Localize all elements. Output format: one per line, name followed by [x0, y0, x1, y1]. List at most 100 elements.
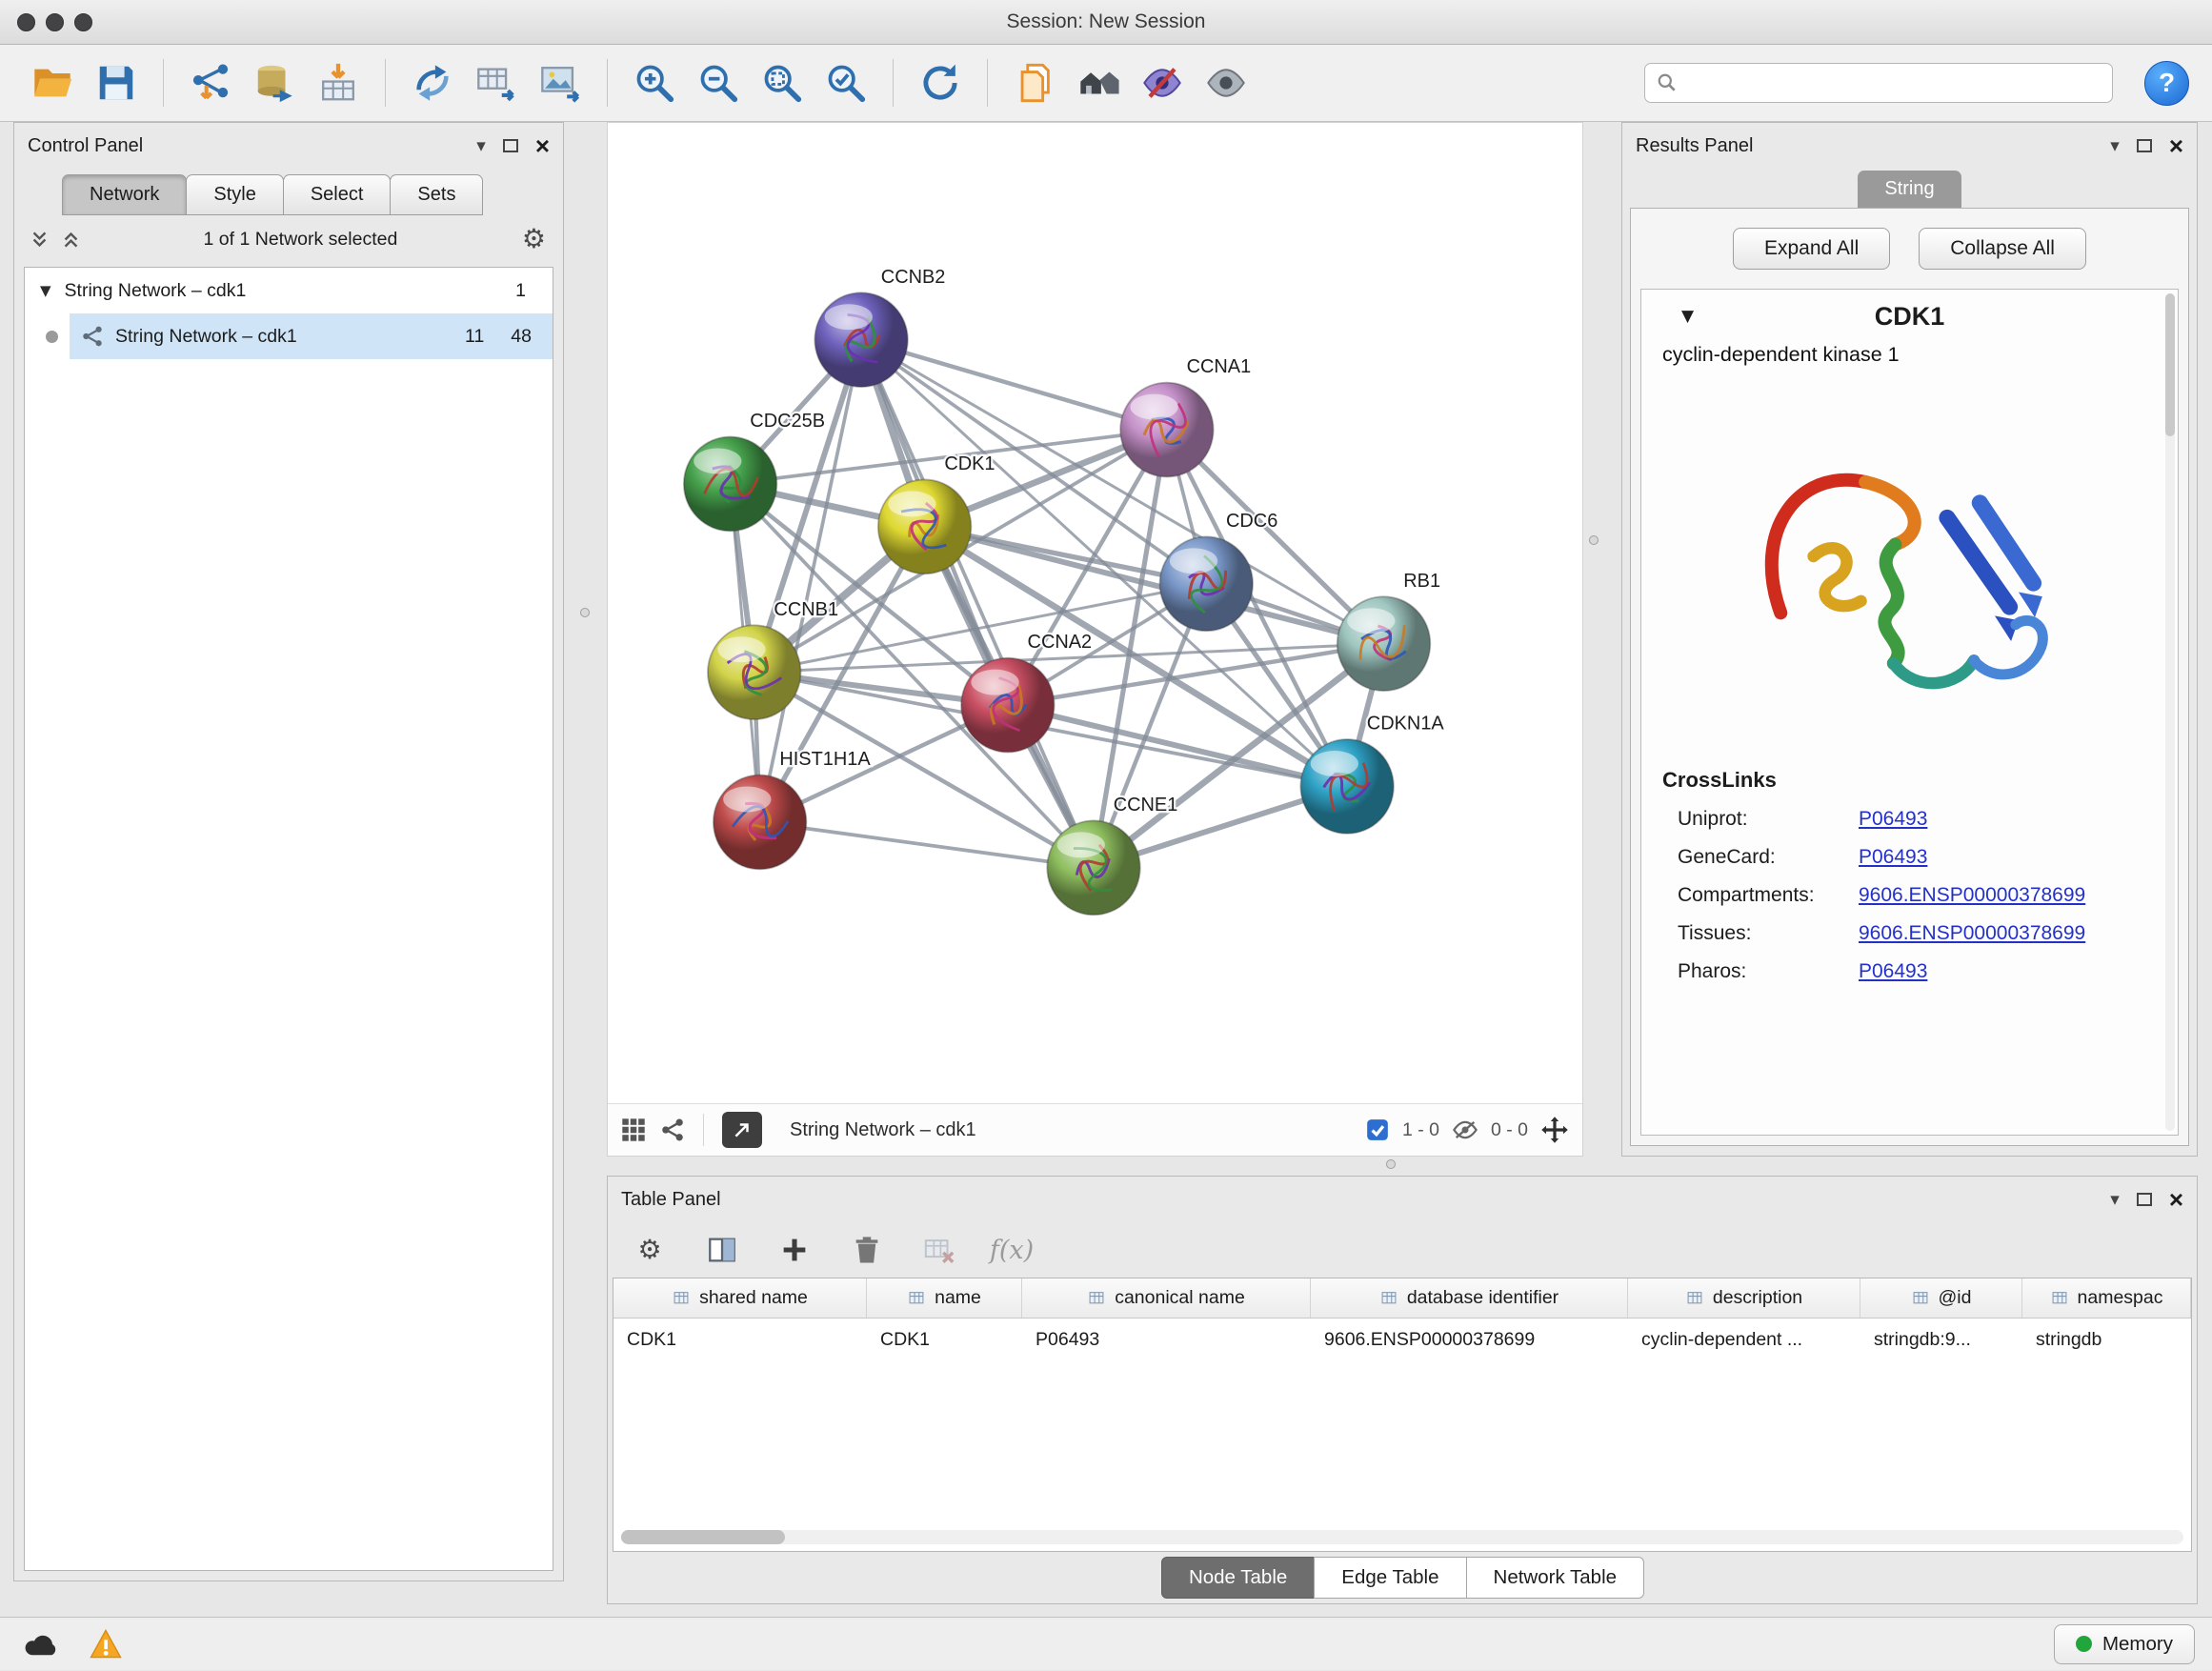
- duplicate-network-button[interactable]: [1005, 53, 1064, 112]
- panel-close-icon[interactable]: ×: [535, 133, 550, 158]
- control-panel-tab-select[interactable]: Select: [283, 174, 392, 215]
- hidden-eye-slash-icon[interactable]: [1452, 1119, 1478, 1140]
- control-panel-tab-sets[interactable]: Sets: [390, 174, 483, 215]
- expand-all-tree-icon[interactable]: [63, 231, 79, 249]
- selected-checkbox-icon[interactable]: [1365, 1117, 1390, 1142]
- delete-column-button[interactable]: [846, 1229, 888, 1271]
- table-cell[interactable]: P06493: [1022, 1329, 1311, 1351]
- save-session-button[interactable]: [87, 53, 146, 112]
- hide-selected-button[interactable]: [1133, 53, 1192, 112]
- detach-view-button[interactable]: [722, 1112, 762, 1148]
- network-node-ccna1[interactable]: CCNA1: [1120, 356, 1251, 476]
- import-table-file-button[interactable]: [309, 53, 368, 112]
- tab-string[interactable]: String: [1858, 171, 1961, 208]
- window-close-button[interactable]: [17, 13, 35, 31]
- zoom-out-button[interactable]: [689, 53, 748, 112]
- panel-close-icon[interactable]: ×: [2169, 133, 2183, 158]
- column-header-shared-name[interactable]: shared name: [613, 1278, 867, 1318]
- panel-close-icon[interactable]: ×: [2169, 1187, 2183, 1212]
- network-row[interactable]: String Network – cdk1 11 48: [25, 313, 553, 359]
- network-canvas[interactable]: CCNB2CCNA1CDC25BCDK1CDC6RB1CCNB1CCNA2CDK…: [608, 123, 1582, 1103]
- table-cell[interactable]: CDK1: [613, 1329, 867, 1351]
- network-row-selected[interactable]: String Network – cdk1 11 48: [70, 313, 553, 359]
- delete-table-button[interactable]: [918, 1229, 960, 1271]
- network-node-rb1[interactable]: RB1: [1337, 571, 1440, 691]
- table-cell[interactable]: CDK1: [867, 1329, 1022, 1351]
- panel-float-icon[interactable]: [2137, 139, 2152, 152]
- warnings-button[interactable]: [82, 1624, 130, 1664]
- panel-float-icon[interactable]: [2137, 1193, 2152, 1206]
- column-header-canonical-name[interactable]: canonical name: [1022, 1278, 1311, 1318]
- search-input[interactable]: [1686, 72, 2101, 93]
- import-network-file-button[interactable]: [181, 53, 240, 112]
- horizontal-scrollbar-thumb[interactable]: [621, 1530, 785, 1544]
- column-header--id[interactable]: @id: [1860, 1278, 2022, 1318]
- panel-resize-handle[interactable]: [1386, 1159, 1396, 1169]
- column-header-name[interactable]: name: [867, 1278, 1022, 1318]
- network-overview-icon[interactable]: [660, 1117, 685, 1142]
- table-row[interactable]: CDK1CDK1P064939606.ENSP00000378699cyclin…: [613, 1319, 2191, 1360]
- tree-expander-icon[interactable]: ▼: [40, 282, 51, 299]
- panel-resize-handle[interactable]: [1589, 535, 1599, 545]
- network-collection-row[interactable]: ▼ String Network – cdk1 1: [25, 268, 553, 313]
- panel-menu-icon[interactable]: ▾: [2110, 1189, 2120, 1210]
- select-first-neighbors-button[interactable]: [1069, 53, 1128, 112]
- window-zoom-button[interactable]: [74, 13, 92, 31]
- export-table-button[interactable]: [467, 53, 526, 112]
- results-scrollbar[interactable]: [2165, 293, 2175, 1131]
- memory-button[interactable]: Memory: [2054, 1624, 2195, 1664]
- table-cell[interactable]: cyclin-dependent ...: [1628, 1329, 1860, 1351]
- results-scrollbar-thumb[interactable]: [2165, 293, 2175, 436]
- control-panel-tab-style[interactable]: Style: [186, 174, 283, 215]
- crosslink-value-link[interactable]: 9606.ENSP00000378699: [1859, 922, 2085, 945]
- cloud-button[interactable]: [17, 1624, 65, 1664]
- new-network-button[interactable]: [403, 53, 462, 112]
- crosslink-value-link[interactable]: P06493: [1859, 808, 1927, 831]
- refresh-layout-button[interactable]: [911, 53, 970, 112]
- network-edge[interactable]: [861, 340, 1167, 430]
- column-header-database-identifier[interactable]: database identifier: [1311, 1278, 1628, 1318]
- fit-move-icon[interactable]: [1540, 1116, 1569, 1144]
- horizontal-scrollbar[interactable]: [621, 1530, 2183, 1544]
- help-button[interactable]: ?: [2144, 61, 2189, 106]
- table-cell[interactable]: stringdb:9...: [1860, 1329, 2022, 1351]
- panel-float-icon[interactable]: [503, 139, 518, 152]
- crosslink-value-link[interactable]: P06493: [1859, 846, 1927, 869]
- zoom-selected-button[interactable]: [816, 53, 875, 112]
- crosslink-value-link[interactable]: 9606.ENSP00000378699: [1859, 884, 2085, 907]
- function-builder-button[interactable]: f(x): [991, 1229, 1033, 1271]
- open-session-button[interactable]: [23, 53, 82, 112]
- window-minimize-button[interactable]: [46, 13, 64, 31]
- table-options-button[interactable]: ⚙: [629, 1229, 671, 1271]
- gear-icon[interactable]: ⚙: [522, 226, 546, 252]
- expand-all-button[interactable]: Expand All: [1733, 228, 1890, 270]
- table-tab-network-table[interactable]: Network Table: [1466, 1557, 1645, 1599]
- network-node-hist1h1a[interactable]: HIST1H1A: [714, 749, 871, 869]
- zoom-in-button[interactable]: [625, 53, 684, 112]
- gene-expander-icon[interactable]: ▼: [1681, 307, 1694, 326]
- collapse-all-button[interactable]: Collapse All: [1919, 228, 2086, 270]
- panel-menu-icon[interactable]: ▾: [2110, 135, 2120, 156]
- crosslink-value-link[interactable]: P06493: [1859, 960, 1927, 983]
- network-node-cdkn1a[interactable]: CDKN1A: [1300, 713, 1444, 833]
- thumbnail-view-icon[interactable]: [621, 1117, 646, 1142]
- import-network-database-button[interactable]: [245, 53, 304, 112]
- panel-menu-icon[interactable]: ▾: [476, 135, 486, 156]
- collapse-all-tree-icon[interactable]: [31, 231, 48, 249]
- table-tab-edge-table[interactable]: Edge Table: [1314, 1557, 1466, 1599]
- network-edge[interactable]: [760, 822, 1094, 868]
- export-image-button[interactable]: [531, 53, 590, 112]
- show-all-button[interactable]: [1196, 53, 1256, 112]
- table-cell[interactable]: stringdb: [2022, 1329, 2191, 1351]
- network-edge[interactable]: [861, 340, 1094, 868]
- control-panel-tab-network[interactable]: Network: [62, 174, 187, 215]
- table-cell[interactable]: 9606.ENSP00000378699: [1311, 1329, 1628, 1351]
- network-node-ccnb2[interactable]: CCNB2: [814, 267, 945, 387]
- panel-resize-handle[interactable]: [580, 608, 590, 617]
- show-columns-button[interactable]: [701, 1229, 743, 1271]
- column-header-namespac[interactable]: namespac: [2022, 1278, 2191, 1318]
- table-tab-node-table[interactable]: Node Table: [1161, 1557, 1315, 1599]
- zoom-fit-button[interactable]: [753, 53, 812, 112]
- column-header-description[interactable]: description: [1628, 1278, 1860, 1318]
- add-column-button[interactable]: [774, 1229, 815, 1271]
